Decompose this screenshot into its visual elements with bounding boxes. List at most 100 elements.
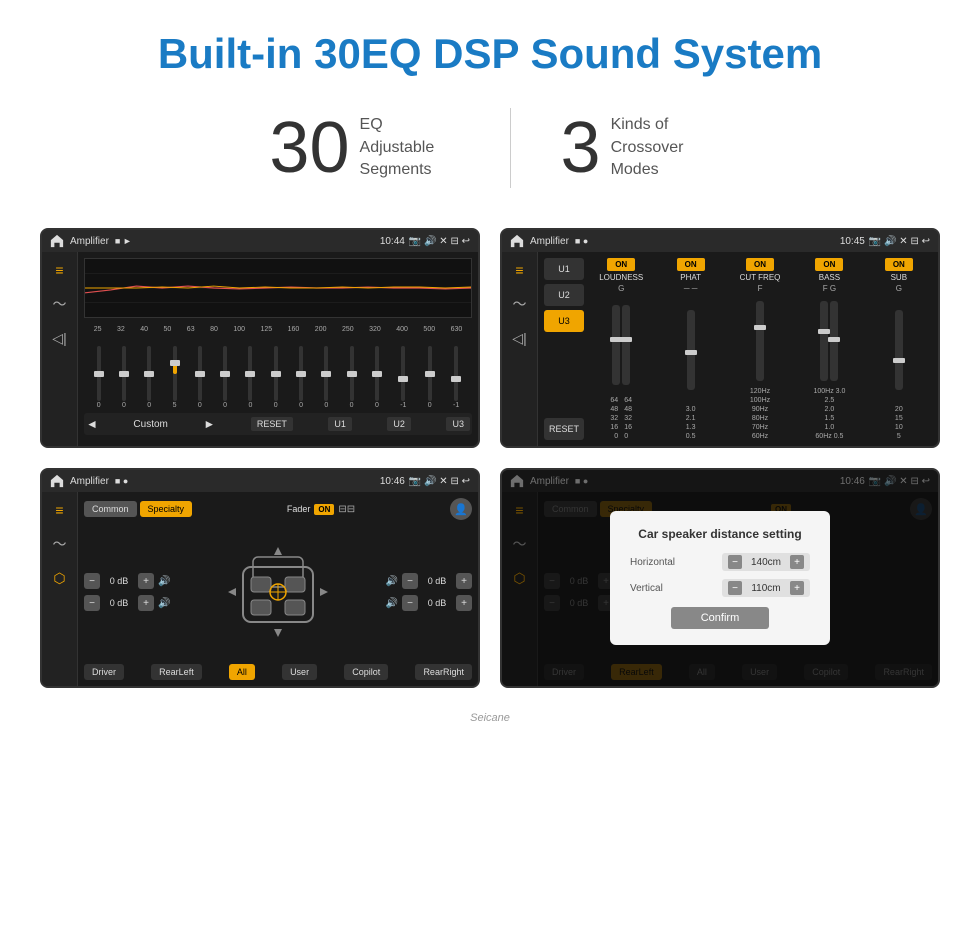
eq-sliders-row: 0 0 0 5 0 <box>84 339 472 409</box>
media-icons-2: ■ ● <box>575 236 588 246</box>
time-2: 10:45 <box>840 236 865 247</box>
eq-slider-6[interactable]: 0 <box>248 346 252 409</box>
next-icon[interactable]: ► <box>203 417 215 431</box>
ch-slider-bass-g[interactable] <box>830 301 838 381</box>
page-title: Built-in 30EQ DSP Sound System <box>20 30 960 78</box>
eq-nav-icon-2[interactable]: ≡ <box>510 260 530 280</box>
preset-u3[interactable]: U3 <box>544 310 584 332</box>
home-icon-2 <box>510 234 524 248</box>
eq-slider-4[interactable]: 0 <box>198 346 202 409</box>
eq-slider-0[interactable]: 0 <box>97 346 101 409</box>
rearright-btn[interactable]: RearRight <box>415 664 472 680</box>
wave-nav-icon-2[interactable]: 〜 <box>510 294 530 314</box>
vertical-minus[interactable]: − <box>728 581 742 595</box>
status-bar-2: Amplifier ■ ● 10:45 📷 🔊 ✕ ⊟ ↩ <box>502 230 938 252</box>
eq-slider-8[interactable]: 0 <box>299 346 303 409</box>
screen-content-1: ≡ 〜 ◁| <box>42 252 478 446</box>
user-btn[interactable]: User <box>282 664 317 680</box>
eq-slider-2[interactable]: 0 <box>147 346 151 409</box>
speaker-icon-fl: 🔊 <box>158 576 170 587</box>
wave-nav-icon-3[interactable]: 〜 <box>50 534 70 554</box>
rearleft-btn[interactable]: RearLeft <box>151 664 202 680</box>
vol-rl-minus[interactable]: − <box>84 595 100 611</box>
eq-nav-icon[interactable]: ≡ <box>50 260 70 280</box>
u2-btn[interactable]: U2 <box>387 417 411 431</box>
bluetooth-nav-icon[interactable]: ⬡ <box>50 568 70 588</box>
eq-slider-7[interactable]: 0 <box>274 346 278 409</box>
side-nav-2: ≡ 〜 ◁| <box>502 252 538 446</box>
vol-rr-minus[interactable]: − <box>402 595 418 611</box>
vol-fl-value: 0 dB <box>104 576 134 586</box>
screen-speaker-dialog: Amplifier ■ ● 10:46 📷 🔊 ✕ ⊟ ↩ ≡ 〜 ⬡ Comm… <box>500 468 940 688</box>
eq-slider-12[interactable]: -1 <box>400 346 406 409</box>
vol-rl-plus[interactable]: + <box>138 595 154 611</box>
eq-slider-9[interactable]: 0 <box>324 346 328 409</box>
status-bar-left-1: Amplifier ■ ► <box>50 234 132 248</box>
vol-rr-plus[interactable]: + <box>456 595 472 611</box>
common-btn[interactable]: Common <box>84 501 137 517</box>
ch-on-cutfreq[interactable]: ON <box>746 258 774 271</box>
ch-slider-cutfreq[interactable] <box>756 301 764 381</box>
amplifier-label-2: Amplifier <box>530 236 569 247</box>
eq-nav-icon-3[interactable]: ≡ <box>50 500 70 520</box>
eq-slider-11[interactable]: 0 <box>375 346 379 409</box>
prev-icon[interactable]: ◄ <box>86 417 98 431</box>
fader-on-badge[interactable]: ON <box>314 504 334 515</box>
side-nav-3: ≡ 〜 ⬡ <box>42 492 78 686</box>
driver-btn[interactable]: Driver <box>84 664 124 680</box>
ch-on-phat[interactable]: ON <box>677 258 705 271</box>
home-icon-1 <box>50 234 64 248</box>
speaker-nav-icon-2[interactable]: ◁| <box>510 328 530 348</box>
wave-nav-icon[interactable]: 〜 <box>50 294 70 314</box>
u3-btn[interactable]: U3 <box>446 417 470 431</box>
preset-u1[interactable]: U1 <box>544 258 584 280</box>
ch-slider-loudness[interactable] <box>612 305 620 385</box>
vol-fr-value: 0 dB <box>422 576 452 586</box>
speaker-nav-icon[interactable]: ◁| <box>50 328 70 348</box>
preset-u2[interactable]: U2 <box>544 284 584 306</box>
fader-controls[interactable]: ⊟⊟ <box>338 504 355 515</box>
eq-slider-5[interactable]: 0 <box>223 346 227 409</box>
u1-btn[interactable]: U1 <box>328 417 352 431</box>
time-1: 10:44 <box>380 236 405 247</box>
crossover-label: Kinds ofCrossover Modes <box>611 114 711 181</box>
crossover-main-content: U1 U2 U3 RESET ON LOUDNESS G <box>538 252 938 446</box>
dialog-overlay: Car speaker distance setting Horizontal … <box>502 470 938 686</box>
horizontal-value: 140cm <box>746 557 786 568</box>
eq-slider-13[interactable]: 0 <box>428 346 432 409</box>
screen-crossover: Amplifier ■ ● 10:45 📷 🔊 ✕ ⊟ ↩ ≡ 〜 ◁| U1 … <box>500 228 940 448</box>
user-icon-3[interactable]: 👤 <box>450 498 472 520</box>
ch-on-loudness[interactable]: ON <box>607 258 635 271</box>
eq-slider-1[interactable]: 0 <box>122 346 126 409</box>
ch-slider-loudness-2[interactable] <box>622 305 630 385</box>
watermark: Seicane <box>0 708 980 728</box>
stats-row: 30 EQ AdjustableSegments 3 Kinds ofCross… <box>0 98 980 218</box>
horizontal-minus[interactable]: − <box>728 555 742 569</box>
eq-slider-3[interactable]: 5 <box>173 346 177 409</box>
reset-btn[interactable]: RESET <box>251 417 293 431</box>
vertical-plus[interactable]: + <box>790 581 804 595</box>
ch-slider-sub[interactable] <box>895 310 903 390</box>
ch-slider-bass-f[interactable] <box>820 301 828 381</box>
vertical-label: Vertical <box>630 583 663 594</box>
vol-fl-plus[interactable]: + <box>138 573 154 589</box>
vol-fr-minus[interactable]: − <box>402 573 418 589</box>
all-btn[interactable]: All <box>229 664 255 680</box>
ch-slider-phat[interactable] <box>687 310 695 390</box>
vol-fr-plus[interactable]: + <box>456 573 472 589</box>
eq-slider-10[interactable]: 0 <box>350 346 354 409</box>
reset-btn-2[interactable]: RESET <box>544 418 584 440</box>
confirm-button[interactable]: Confirm <box>671 607 770 629</box>
eq-freq-labels: 25 32 40 50 63 80 100 125 160 200 250 32… <box>84 326 472 333</box>
crossover-number: 3 <box>561 112 601 184</box>
specialty-btn[interactable]: Specialty <box>140 501 193 517</box>
vol-rr-value: 0 dB <box>422 598 452 608</box>
horizontal-plus[interactable]: + <box>790 555 804 569</box>
screen-speaker: Amplifier ■ ● 10:46 📷 🔊 ✕ ⊟ ↩ ≡ 〜 ⬡ Comm… <box>40 468 480 688</box>
copilot-btn[interactable]: Copilot <box>344 664 388 680</box>
eq-slider-14[interactable]: -1 <box>453 346 459 409</box>
vol-fl-minus[interactable]: − <box>84 573 100 589</box>
ch-on-bass[interactable]: ON <box>815 258 843 271</box>
side-nav-1: ≡ 〜 ◁| <box>42 252 78 446</box>
ch-on-sub[interactable]: ON <box>885 258 913 271</box>
